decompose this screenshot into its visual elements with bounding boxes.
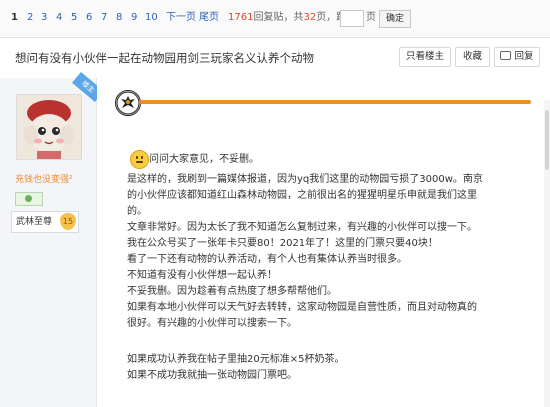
page-link-10[interactable]: 10	[145, 11, 158, 25]
level-badge: 武林至尊 15	[11, 211, 79, 233]
eagle-emblem-icon	[115, 90, 141, 116]
total-pages: 32	[303, 12, 317, 23]
post-line: 看了一下还有动物的认养活动，有个人也有集体认养当时很多。	[127, 254, 407, 265]
post-line: 是这样的，我刷到一篇媒体报道，因为yq我们这里的动物园亏损了3000w。南京	[127, 174, 483, 185]
page-link-5[interactable]: 5	[71, 11, 77, 25]
post-line: 不知道有没有小伙伴想一起认养！	[127, 270, 277, 281]
reply-count: 1761	[228, 12, 254, 23]
jump-page-input[interactable]	[340, 10, 364, 27]
post-line: 不妥我删。因为趁着有点热度了想多帮帮他们。	[127, 286, 337, 297]
page-link-2[interactable]: 2	[27, 11, 33, 25]
page-link-6[interactable]: 6	[86, 11, 92, 25]
post-line: 很好。有兴趣的小伙伴可以搜索一下。	[127, 318, 297, 329]
pagination-bar: 1 2 3 4 5 6 7 8 9 10 下一页 尾页 1761回复贴，共32页…	[0, 0, 550, 36]
level-number: 15	[60, 213, 76, 230]
reply-button-label: 回复	[514, 51, 534, 62]
favorite-button[interactable]: 收藏	[455, 47, 490, 67]
page-link-9[interactable]: 9	[131, 11, 137, 25]
post-line: 我在公众号买了一张年卡只要80！2021年了！这里的门票只要40块！	[127, 238, 438, 249]
reply-button[interactable]: 回复	[494, 47, 540, 67]
last-page-link[interactable]: 尾页	[199, 11, 219, 25]
confirm-jump-button[interactable]: 确定	[379, 10, 411, 28]
post-line: 文章非常好。因为太长了我不知道怎么复制过来，有兴趣的小伙伴可以搜一下。	[127, 222, 477, 233]
scrollbar-thumb[interactable]	[545, 110, 549, 170]
level-name: 武林至尊	[16, 217, 53, 227]
next-page-link[interactable]: 下一页	[166, 11, 196, 25]
medal-badge-icon	[15, 192, 43, 206]
page-link-8[interactable]: 8	[116, 11, 122, 25]
post-line: 如果有本地小伙伴可以天气好去转转，这家动物园是自营性质，而且对动物真的	[127, 302, 477, 313]
reply-bubble-icon	[500, 51, 512, 60]
page-unit-label: 页	[366, 12, 376, 23]
post-line: 问问大家意见，不妥删。	[149, 154, 259, 165]
post-line: 如果不成功我就抽一张动物园门票吧。	[127, 370, 297, 381]
page-link-4[interactable]: 4	[56, 11, 62, 25]
thread-title: 想问有没有小伙伴一起在动物园用剑三玩家名义认养个动物	[15, 51, 314, 65]
user-title: 充钱也没变强²	[15, 175, 73, 185]
page-link-7[interactable]: 7	[101, 11, 107, 25]
post-line: 的。	[127, 206, 147, 217]
post-content: 问问大家意见，不妥删。 是这样的，我刷到一篇媒体报道，因为yq我们这里的动物园亏…	[97, 78, 550, 407]
avatar[interactable]	[16, 94, 82, 160]
smiley-icon	[130, 150, 149, 169]
post-line: 的小伙伴应该都知道红山森林动物园，之前很出名的猩猩明星乐申就是我们这里	[127, 190, 477, 201]
page-link-1[interactable]: 1	[11, 11, 18, 25]
post-divider	[139, 100, 531, 104]
only-op-button[interactable]: 只看楼主	[399, 47, 451, 67]
reply-summary: 1761回复贴，共32页，跳到	[228, 11, 356, 25]
author-sidebar: 楼主 充钱也没变强² 武林至尊 15	[0, 71, 104, 407]
avatar-image	[17, 95, 81, 159]
page-link-3[interactable]: 3	[41, 11, 47, 25]
reply-suffix: 回复贴，共	[253, 12, 304, 23]
post-line: 如果成功认养我在帖子里抽20元标准×5杯奶茶。	[127, 354, 345, 365]
